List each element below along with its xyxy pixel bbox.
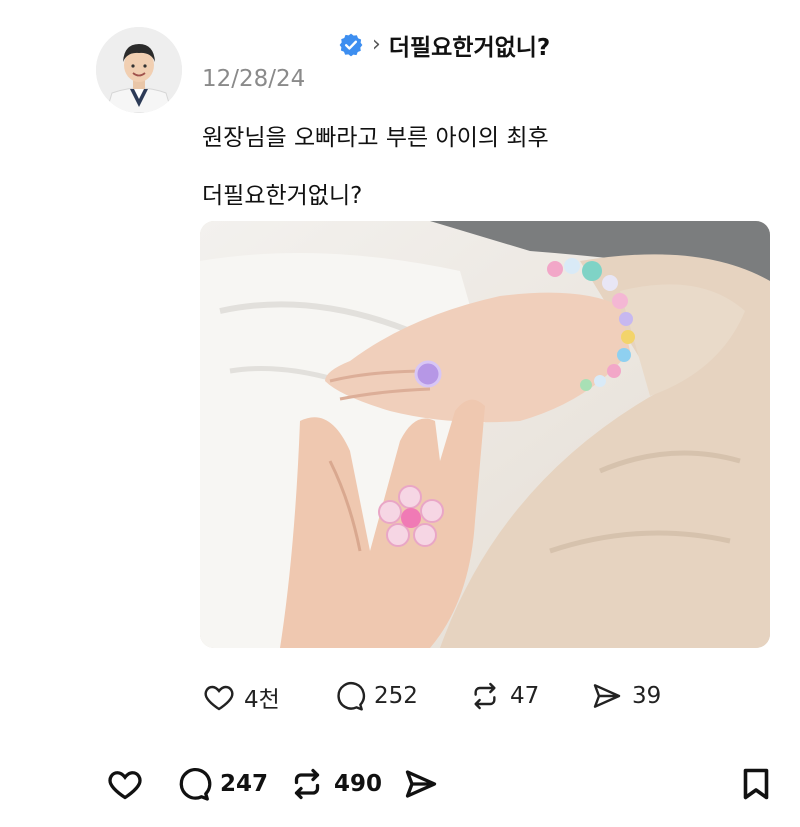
like-count: 4천 (244, 687, 280, 713)
post-header: › 더필요한거없니? (338, 28, 550, 62)
heart-icon (108, 771, 142, 800)
repost-icon (294, 768, 320, 800)
avatar-image (96, 27, 182, 113)
repost-count: 47 (510, 683, 540, 709)
repost-icon (474, 682, 496, 710)
share-action[interactable]: 39 (590, 680, 661, 712)
share-count: 39 (632, 683, 662, 709)
post-date: 12/28/24 (202, 66, 306, 92)
thread-title-link[interactable]: 더필요한거없니? (389, 28, 550, 62)
bottom-repost-count: 490 (334, 771, 383, 797)
post-photo[interactable] (200, 221, 770, 648)
comment-count: 252 (374, 683, 418, 709)
like-action[interactable]: 4천 (202, 680, 280, 714)
repost-action[interactable]: 47 (468, 680, 539, 712)
send-icon (593, 684, 621, 708)
heart-icon (204, 685, 234, 711)
post-text-line-1: 원장님을 오빠라고 부른 아이의 최후 (202, 125, 549, 151)
bottom-repost-button[interactable]: 490 (288, 766, 382, 802)
chevron-right-icon: › (372, 32, 381, 57)
send-icon (405, 770, 437, 798)
bottom-like-button[interactable] (106, 766, 144, 802)
photo-illustration (200, 221, 770, 648)
bottom-comment-count: 247 (220, 771, 269, 797)
bookmark-button[interactable] (738, 764, 774, 804)
comment-icon (179, 767, 212, 801)
bookmark-icon (743, 768, 769, 800)
avatar[interactable] (96, 27, 182, 113)
bottom-comment-button[interactable]: 247 (174, 766, 268, 802)
comment-action[interactable]: 252 (332, 680, 418, 712)
bottom-share-button[interactable] (402, 766, 440, 802)
post-text-line-2: 더필요한거없니? (202, 183, 363, 209)
verified-badge-icon (339, 33, 363, 57)
comment-icon (337, 682, 366, 711)
